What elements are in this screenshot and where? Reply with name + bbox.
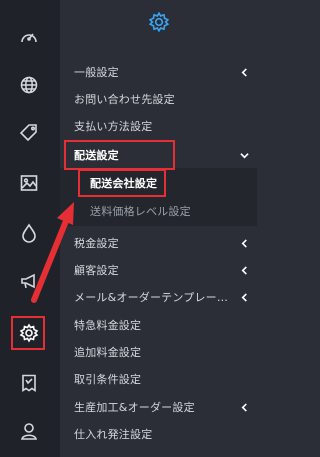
speedometer-icon[interactable] [17, 26, 41, 50]
chevron-down-icon [239, 150, 249, 160]
menu-item-customer-settings[interactable]: 顧客設定 [60, 258, 257, 282]
menu-item-additional-fee-settings[interactable]: 追加料金設定 [60, 340, 257, 364]
water-drop-icon[interactable] [17, 221, 41, 245]
menu-item-tax-settings[interactable]: 税金設定 [60, 231, 257, 255]
menu-item-trade-terms-settings[interactable]: 取引条件設定 [60, 367, 257, 391]
chevron-left-icon [239, 292, 249, 302]
receipt-icon[interactable] [17, 371, 41, 395]
menu-item-express-fee-settings[interactable]: 特急料金設定 [60, 313, 257, 337]
menu-item-label: 送料価格レベル設定 [90, 205, 191, 218]
menu-item-production-order-settings[interactable]: 生産加工&オーダー設定 [60, 395, 257, 419]
user-icon[interactable] [17, 419, 41, 443]
menu-item-label: メール&オーダーテンプレー… [74, 291, 229, 304]
globe-icon[interactable] [17, 73, 41, 97]
menu-item-label: 支払い方法設定 [74, 120, 153, 133]
menu-item-payment-settings[interactable]: 支払い方法設定 [60, 114, 257, 138]
menu-item-mail-order-templates[interactable]: メール&オーダーテンプレー… [60, 285, 257, 309]
gear-icon [148, 11, 169, 33]
carrier-settings-highlight-box [78, 169, 166, 197]
menu-item-label: 取引条件設定 [74, 373, 142, 386]
icon-rail [0, 0, 60, 457]
panel-header [60, 0, 257, 44]
tag-icon[interactable] [17, 121, 41, 145]
active-rail-item-highlight [11, 316, 45, 350]
submenu-item-shipping-rate-levels[interactable]: 送料価格レベル設定 [60, 199, 257, 223]
menu-item-label: 仕入れ発注設定 [74, 428, 153, 441]
menu-item-label: お問い合わせ先設定 [74, 93, 175, 106]
menu-item-label: 税金設定 [74, 237, 119, 250]
menu-item-label: 生産加工&オーダー設定 [74, 401, 195, 414]
chevron-left-icon [239, 402, 249, 412]
menu-item-label: 特急料金設定 [74, 319, 142, 332]
shipping-settings-highlight-box [64, 140, 175, 170]
menu-item-general-settings[interactable]: 一般設定 [60, 60, 257, 84]
megaphone-icon[interactable] [17, 269, 41, 293]
menu-item-contact-settings[interactable]: お問い合わせ先設定 [60, 87, 257, 111]
menu-item-purchase-order-settings[interactable]: 仕入れ発注設定 [60, 422, 257, 446]
menu-item-label: 追加料金設定 [74, 346, 142, 359]
menu-item-label: 顧客設定 [74, 264, 119, 277]
chevron-left-icon [239, 67, 249, 77]
chevron-left-icon [239, 238, 249, 248]
chevron-left-icon [239, 265, 249, 275]
image-icon[interactable] [17, 171, 41, 195]
menu-item-label: 一般設定 [74, 66, 119, 79]
